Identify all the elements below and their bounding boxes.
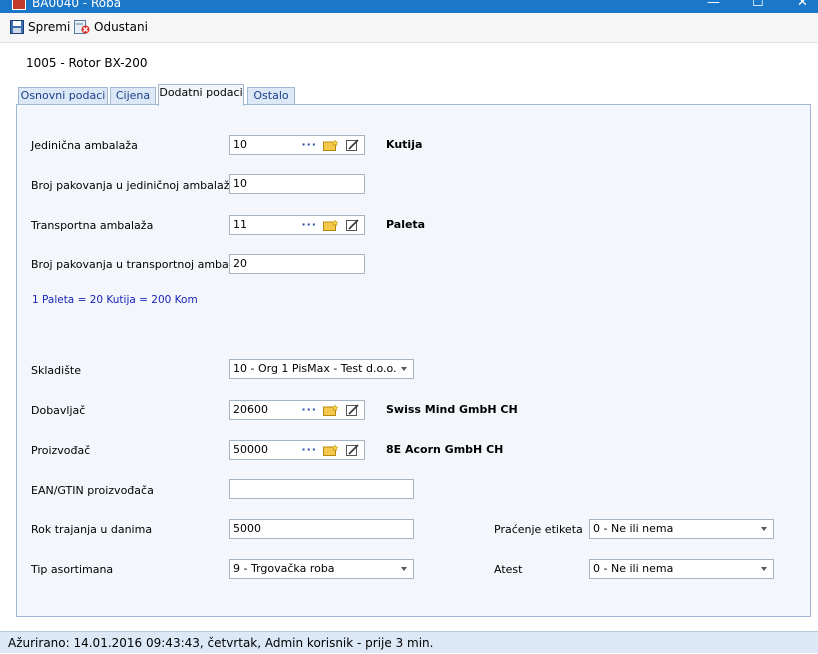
unit-pack-label: Jedinična ambalaža bbox=[31, 139, 138, 152]
unit-pack-field[interactable]: 10 ··· bbox=[229, 135, 365, 155]
unit-pack-value: 10 bbox=[233, 138, 247, 151]
shelf-life-input[interactable]: 5000 bbox=[229, 519, 414, 539]
shelf-life-value: 5000 bbox=[233, 522, 261, 535]
assortment-type-select[interactable]: 9 - Trgovačka roba bbox=[229, 559, 414, 579]
packs-in-unit-label: Broj pakovanja u jediničnoj ambalaži bbox=[31, 179, 233, 192]
cancel-button[interactable]: Odustani bbox=[74, 20, 148, 34]
transport-pack-value: 11 bbox=[233, 218, 247, 231]
certificate-select[interactable]: 0 - Ne ili nema bbox=[589, 559, 774, 579]
ean-label: EAN/GTIN proizvođača bbox=[31, 484, 154, 497]
warehouse-value: 10 - Org 1 PisMax - Test d.o.o. bbox=[233, 362, 397, 375]
minimize-button[interactable]: — bbox=[707, 0, 720, 10]
shelf-life-label: Rok trajanja u danima bbox=[31, 523, 153, 536]
manufacturer-value: 50000 bbox=[233, 443, 268, 456]
cancel-icon bbox=[74, 20, 90, 34]
browse-dots-icon[interactable]: ··· bbox=[301, 443, 317, 457]
tab-dodatni-podaci[interactable]: Dodatni podaci bbox=[158, 84, 244, 106]
app-icon bbox=[12, 0, 26, 10]
new-folder-icon[interactable] bbox=[323, 138, 339, 152]
packs-in-unit-value: 10 bbox=[233, 177, 247, 190]
chevron-down-icon bbox=[761, 567, 767, 571]
tab-ostalo[interactable]: Ostalo bbox=[247, 87, 295, 105]
certificate-label: Atest bbox=[494, 563, 523, 576]
browse-dots-icon[interactable]: ··· bbox=[301, 138, 317, 152]
new-folder-icon[interactable] bbox=[323, 403, 339, 417]
chevron-down-icon bbox=[401, 567, 407, 571]
maximize-button[interactable]: ☐ bbox=[752, 0, 764, 10]
packs-in-transport-value: 20 bbox=[233, 257, 247, 270]
edit-icon[interactable] bbox=[345, 218, 361, 232]
transport-pack-field[interactable]: 11 ··· bbox=[229, 215, 365, 235]
supplier-value: 20600 bbox=[233, 403, 268, 416]
supplier-name: Swiss Mind GmbH CH bbox=[386, 403, 518, 416]
conversion-info: 1 Paleta = 20 Kutija = 200 Kom bbox=[32, 294, 198, 306]
new-folder-icon[interactable] bbox=[323, 218, 339, 232]
title-bar: BA0040 - Roba — ☐ ✕ bbox=[0, 0, 818, 13]
save-button[interactable]: Spremi bbox=[10, 20, 70, 34]
tab-cijena[interactable]: Cijena bbox=[110, 87, 156, 105]
label-tracking-value: 0 - Ne ili nema bbox=[593, 522, 674, 535]
supplier-field[interactable]: 20600 ··· bbox=[229, 400, 365, 420]
warehouse-label: Skladište bbox=[31, 364, 81, 377]
assortment-type-value: 9 - Trgovačka roba bbox=[233, 562, 335, 575]
unit-pack-name: Kutija bbox=[386, 138, 423, 151]
assortment-type-label: Tip asortimana bbox=[31, 563, 114, 576]
tab-osnovni-podaci[interactable]: Osnovni podaci bbox=[18, 87, 108, 105]
label-tracking-label: Praćenje etiketa bbox=[494, 523, 583, 536]
label-tracking-select[interactable]: 0 - Ne ili nema bbox=[589, 519, 774, 539]
cancel-label: Odustani bbox=[94, 20, 148, 34]
edit-icon[interactable] bbox=[345, 443, 361, 457]
chevron-down-icon bbox=[761, 527, 767, 531]
packs-in-transport-input[interactable]: 20 bbox=[229, 254, 365, 274]
manufacturer-label: Proizvođač bbox=[31, 444, 91, 457]
browse-dots-icon[interactable]: ··· bbox=[301, 218, 317, 232]
new-folder-icon[interactable] bbox=[323, 443, 339, 457]
status-bar: Ažurirano: 14.01.2016 09:43:43, četvrtak… bbox=[0, 631, 818, 653]
manufacturer-name: 8E Acorn GmbH CH bbox=[386, 443, 504, 456]
toolbar: Spremi Odustani bbox=[0, 13, 818, 43]
supplier-label: Dobavljač bbox=[31, 404, 86, 417]
certificate-value: 0 - Ne ili nema bbox=[593, 562, 674, 575]
transport-pack-label: Transportna ambalaža bbox=[31, 219, 154, 232]
close-button[interactable]: ✕ bbox=[797, 0, 808, 10]
save-icon bbox=[10, 20, 24, 34]
edit-icon[interactable] bbox=[345, 403, 361, 417]
ean-input[interactable] bbox=[229, 479, 414, 499]
save-label: Spremi bbox=[28, 20, 71, 34]
warehouse-select[interactable]: 10 - Org 1 PisMax - Test d.o.o. bbox=[229, 359, 414, 379]
record-title: 1005 - Rotor BX-200 bbox=[26, 56, 148, 70]
browse-dots-icon[interactable]: ··· bbox=[301, 403, 317, 417]
chevron-down-icon bbox=[401, 367, 407, 371]
edit-icon[interactable] bbox=[345, 138, 361, 152]
packs-in-transport-label: Broj pakovanja u transportnoj ambalaži bbox=[31, 258, 248, 271]
manufacturer-field[interactable]: 50000 ··· bbox=[229, 440, 365, 460]
transport-pack-name: Paleta bbox=[386, 218, 426, 231]
packs-in-unit-input[interactable]: 10 bbox=[229, 174, 365, 194]
window-title: BA0040 - Roba bbox=[32, 0, 122, 10]
